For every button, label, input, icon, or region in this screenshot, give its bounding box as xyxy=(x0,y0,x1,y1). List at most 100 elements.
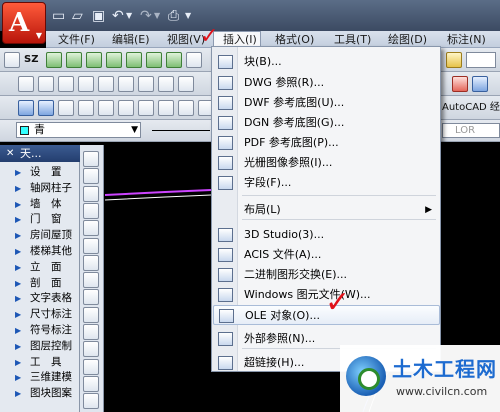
palette-item[interactable]: ▶ 符号标注 xyxy=(6,323,78,339)
civilcn-logo-icon xyxy=(346,356,386,396)
toolbar-input[interactable] xyxy=(466,52,496,68)
draw-tool-icon[interactable] xyxy=(83,289,99,306)
tangent-palette: ✕ 天... ▶ 设 置 ▶ 轴网柱子 ▶ 墙 体 ▶ 门 窗 ▶ 房间屋顶 ▶ 楼梯其他 ▶ 立 面 ▶ 剖… xyxy=(0,145,80,412)
tool-icon[interactable] xyxy=(66,52,82,68)
tool-icon[interactable] xyxy=(118,76,134,92)
tool-icon[interactable] xyxy=(178,100,194,116)
layer-dropdown[interactable]: 青 ▼ xyxy=(16,122,141,138)
tool-icon[interactable] xyxy=(138,76,154,92)
tool-icon[interactable] xyxy=(158,100,174,116)
menu-item[interactable]: 布局(L) ▶ xyxy=(213,200,440,220)
menu-dimension[interactable]: 标注(N) xyxy=(447,31,486,48)
refresh-icon[interactable] xyxy=(46,52,62,68)
draw-tool-icon[interactable] xyxy=(83,306,99,323)
palette-item[interactable]: ▶ 工 具 xyxy=(6,355,78,371)
menu-item[interactable]: DWF 参考底图(U)... xyxy=(213,93,440,113)
palette-item-label: 剖 面 xyxy=(30,276,62,289)
palette-item[interactable]: ▶ 剖 面 xyxy=(6,276,78,292)
draw-tool-icon[interactable] xyxy=(83,324,99,340)
palette-item-label: 立 面 xyxy=(30,260,62,273)
workspace-label[interactable]: AutoCAD 经 xyxy=(442,101,500,115)
palette-item[interactable]: ▶ 图层控制 xyxy=(6,339,78,355)
application-menu-button[interactable]: A ▼ xyxy=(2,2,46,44)
new-file-icon[interactable]: ▭ xyxy=(52,7,65,25)
tool-icon[interactable] xyxy=(452,76,468,92)
menu-item[interactable]: PDF 参考底图(P)... xyxy=(213,133,440,153)
palette-item[interactable]: ▶ 墙 体 xyxy=(6,197,78,213)
redo-icon[interactable]: ↷ xyxy=(140,7,152,25)
menu-item[interactable]: DGN 参考底图(G)... xyxy=(213,113,440,133)
tool-icon[interactable] xyxy=(446,52,462,68)
draw-tool-icon[interactable] xyxy=(83,220,99,237)
palette-item[interactable]: ▶ 文字表格 xyxy=(6,291,78,307)
draw-tool-icon[interactable] xyxy=(83,202,99,219)
palette-item[interactable]: ▶ 轴网柱子 xyxy=(6,181,78,197)
menu-edit[interactable]: 编辑(E) xyxy=(112,31,150,48)
close-icon[interactable]: ✕ xyxy=(6,145,14,162)
windows-metafile-icon xyxy=(218,288,233,302)
expand-arrow-icon: ▶ xyxy=(15,168,22,177)
expand-arrow-icon: ▶ xyxy=(15,373,22,383)
tool-icon[interactable] xyxy=(138,100,154,116)
palette-item[interactable]: ▶ 房间屋顶 xyxy=(6,228,78,244)
print-icon[interactable]: ⎙ xyxy=(168,7,179,25)
draw-tool-icon[interactable] xyxy=(83,168,99,185)
tool-icon[interactable] xyxy=(178,76,194,92)
menu-item[interactable]: 块(B)... xyxy=(213,52,440,72)
palette-item[interactable]: ▶ 楼梯其他 xyxy=(6,244,78,260)
tool-icon[interactable] xyxy=(38,100,54,116)
menu-item-label: DWF 参考底图(U)... xyxy=(244,96,345,109)
palette-item[interactable]: ▶ 设 置 xyxy=(6,165,78,181)
palette-item[interactable]: ▶ 尺寸标注 xyxy=(6,307,78,323)
tool-icon[interactable] xyxy=(98,100,114,116)
palette-item[interactable]: ▶ 立 面 xyxy=(6,260,78,276)
tool-icon[interactable] xyxy=(58,100,74,116)
tool-icon[interactable] xyxy=(166,52,182,68)
tool-icon[interactable] xyxy=(78,76,94,92)
open-file-icon[interactable]: ▱ xyxy=(72,7,83,25)
draw-tool-icon[interactable] xyxy=(83,375,99,392)
tool-icon[interactable] xyxy=(18,100,34,116)
menu-item[interactable]: ACIS 文件(A)... xyxy=(213,245,440,265)
tool-icon[interactable] xyxy=(58,76,74,92)
draw-tool-icon[interactable] xyxy=(83,254,99,271)
tool-icon[interactable] xyxy=(106,52,122,68)
tool-icon[interactable] xyxy=(98,76,114,92)
redo-dropdown-icon[interactable]: ▼ xyxy=(154,7,160,25)
tool-icon[interactable] xyxy=(118,100,134,116)
palette-item[interactable]: ▶ 三维建模 xyxy=(6,370,78,386)
tool-icon[interactable] xyxy=(186,52,202,68)
draw-tool-icon[interactable] xyxy=(83,185,99,202)
tool-icon[interactable] xyxy=(146,52,162,68)
color-control[interactable]: LOR xyxy=(442,123,500,138)
palette-item[interactable]: ▶ 门 窗 xyxy=(6,212,78,228)
tool-icon[interactable] xyxy=(158,76,174,92)
menu-item[interactable]: 二进制图形交换(E)... xyxy=(213,265,440,285)
tool-icon[interactable] xyxy=(38,76,54,92)
palette-item-label: 轴网柱子 xyxy=(30,181,72,194)
menu-item[interactable]: 光栅图像参照(I)... xyxy=(213,153,440,173)
tool-icon[interactable] xyxy=(18,76,34,92)
palette-item[interactable]: ▶ 图块图案 xyxy=(6,386,78,402)
tool-icon[interactable] xyxy=(78,100,94,116)
draw-tool-icon[interactable] xyxy=(83,393,99,410)
quick-access-dropdown-icon[interactable]: ▼ xyxy=(185,7,191,25)
tool-settings-icon[interactable] xyxy=(4,52,20,68)
draw-tool-icon[interactable] xyxy=(83,237,99,254)
undo-icon[interactable]: ↶ xyxy=(112,7,124,25)
undo-dropdown-icon[interactable]: ▼ xyxy=(126,7,132,25)
draw-tool-icon[interactable] xyxy=(83,151,99,167)
draw-tool-icon[interactable] xyxy=(83,272,99,289)
tool-icon[interactable] xyxy=(86,52,102,68)
menu-item[interactable]: DWG 参照(R)... xyxy=(213,73,440,93)
tool-icon[interactable] xyxy=(126,52,142,68)
save-icon[interactable]: ▣ xyxy=(92,7,105,25)
menu-file[interactable]: 文件(F) xyxy=(58,31,95,48)
dwg-reference-icon xyxy=(218,76,233,90)
menu-item[interactable]: 3D Studio(3)... xyxy=(213,225,440,245)
menu-item[interactable]: 字段(F)... xyxy=(213,173,440,193)
tool-icon[interactable] xyxy=(472,76,488,92)
draw-tool-icon[interactable] xyxy=(83,358,99,375)
draw-tool-icon[interactable] xyxy=(83,341,99,358)
sz-button[interactable]: SZ xyxy=(24,53,38,67)
